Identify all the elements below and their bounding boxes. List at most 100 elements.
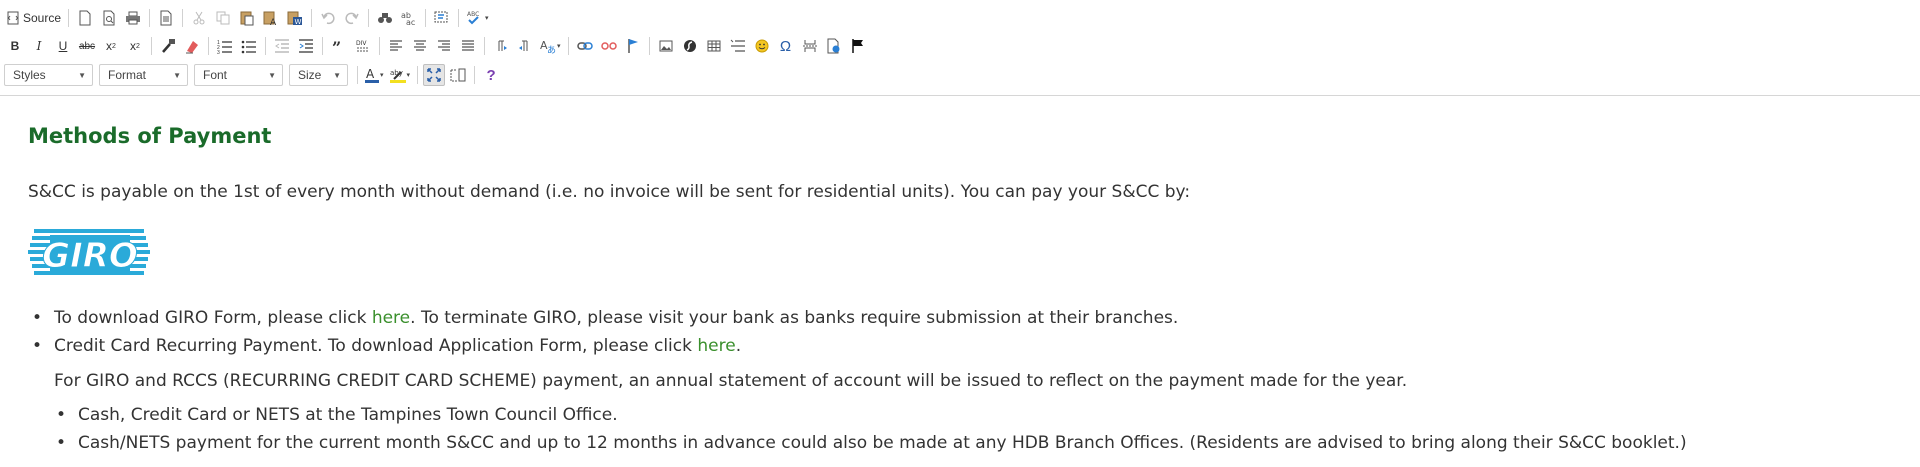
font-dropdown[interactable]: Font ▼ [194, 64, 283, 86]
numbered-list-button[interactable]: 123 [214, 35, 236, 57]
bold-button[interactable]: B [4, 35, 26, 57]
svg-text:A: A [270, 18, 277, 26]
select-all-button[interactable] [431, 7, 453, 29]
toolbar-separator [149, 9, 151, 27]
bg-color-button[interactable]: aby ▾ [388, 64, 413, 86]
replace-button[interactable]: ab ac [398, 7, 420, 29]
text-color-button[interactable]: A ▾ [363, 64, 386, 86]
giro-form-link[interactable]: here [372, 308, 410, 328]
align-right-button[interactable] [433, 35, 455, 57]
toolbar-separator [458, 9, 460, 27]
unlink-button[interactable] [598, 35, 620, 57]
undo-button[interactable] [317, 7, 339, 29]
paste-button[interactable] [236, 7, 258, 29]
paste-text-button[interactable]: A [260, 7, 282, 29]
flag-button[interactable] [847, 35, 869, 57]
remove-format-button[interactable] [181, 35, 203, 57]
table-icon [707, 40, 721, 52]
print-icon [126, 11, 141, 25]
page-break-button[interactable] [799, 35, 821, 57]
bg-color-icon: aby [389, 69, 406, 83]
outdent-button[interactable] [271, 35, 293, 57]
list-item: • Credit Card Recurring Payment. To down… [32, 336, 741, 356]
blockquote-button[interactable]: ” [328, 35, 350, 57]
chevron-down-icon: ▼ [173, 70, 181, 80]
underline-button[interactable]: U [52, 35, 74, 57]
align-left-button[interactable] [385, 35, 407, 57]
undo-icon [321, 12, 335, 25]
cut-button[interactable] [188, 7, 210, 29]
toolbar-separator [648, 37, 650, 55]
new-page-button[interactable] [74, 7, 96, 29]
ltr-icon [498, 40, 507, 51]
new-page-icon [79, 10, 91, 26]
copy-button[interactable] [212, 7, 234, 29]
subscript-button[interactable]: x2 [100, 35, 122, 57]
rtl-icon [519, 40, 528, 51]
smiley-icon [755, 39, 769, 53]
size-dropdown[interactable]: Size ▼ [289, 64, 348, 86]
copy-icon [216, 11, 230, 25]
toolbar-separator [182, 9, 184, 27]
bulleted-list-button[interactable] [238, 35, 260, 57]
bulleted-list-icon [241, 40, 256, 54]
format-dropdown[interactable]: Format ▼ [99, 64, 188, 86]
align-center-icon [414, 40, 426, 51]
smiley-button[interactable] [751, 35, 773, 57]
toolbar-separator [265, 37, 266, 55]
templates-button[interactable] [155, 7, 177, 29]
div-button[interactable]: DIV [352, 35, 374, 57]
giro-logo: GIRO [28, 229, 150, 277]
preview-button[interactable] [98, 7, 120, 29]
flash-button[interactable] [679, 35, 701, 57]
paste-icon [240, 11, 254, 26]
toolbar-separator [368, 9, 370, 27]
strikethrough-button[interactable]: abc [76, 35, 98, 57]
size-label: Size [298, 68, 322, 82]
bullet-dot: • [32, 336, 43, 356]
redo-button[interactable] [341, 7, 363, 29]
rtl-button[interactable] [514, 35, 536, 57]
list-item-text: Cash, Credit Card or NETS at the Tampine… [78, 405, 618, 425]
print-button[interactable] [122, 7, 144, 29]
toolbar-separator [474, 66, 476, 84]
application-form-link[interactable]: here [697, 336, 735, 356]
anchor-icon [627, 39, 638, 53]
link-button[interactable] [574, 35, 596, 57]
special-char-button[interactable]: Ω [775, 35, 797, 57]
source-button[interactable]: Source [4, 7, 63, 29]
paste-text-icon: A [263, 11, 277, 26]
toolbar-separator [311, 9, 313, 27]
justify-button[interactable] [457, 35, 479, 57]
paste-word-button[interactable]: W [284, 7, 306, 29]
table-button[interactable] [703, 35, 725, 57]
list-item: • Cash/NETS payment for the current mont… [56, 433, 1687, 453]
show-blocks-icon [450, 68, 466, 82]
toolbar-separator [322, 37, 323, 55]
anchor-button[interactable] [622, 35, 644, 57]
indent-button[interactable] [295, 35, 317, 57]
horizontal-rule-button[interactable] [727, 35, 749, 57]
chevron-down-icon: ▼ [78, 70, 86, 80]
iframe-button[interactable] [823, 35, 845, 57]
source-icon [7, 11, 19, 25]
find-button[interactable] [374, 7, 396, 29]
maximize-button[interactable] [423, 64, 446, 86]
italic-button[interactable]: I [28, 35, 50, 57]
list-item-text: . To terminate GIRO, please visit your b… [410, 308, 1179, 328]
help-button[interactable]: ? [480, 64, 502, 86]
horizontal-rule-icon [730, 39, 745, 52]
show-blocks-button[interactable] [447, 64, 469, 86]
align-center-button[interactable] [409, 35, 431, 57]
ltr-button[interactable] [490, 35, 512, 57]
image-button[interactable] [655, 35, 677, 57]
svg-text:ac: ac [406, 18, 415, 26]
styles-dropdown[interactable]: Styles ▼ [4, 64, 93, 86]
align-right-icon [438, 40, 450, 51]
superscript-button[interactable]: x2 [124, 35, 146, 57]
spellcheck-button[interactable]: ABC ▾ [464, 7, 491, 29]
language-button[interactable]: Aあ ▾ [538, 35, 563, 57]
copy-format-button[interactable] [157, 35, 179, 57]
link-icon [576, 42, 593, 50]
list-item-text: Cash/NETS payment for the current month … [78, 433, 1687, 453]
